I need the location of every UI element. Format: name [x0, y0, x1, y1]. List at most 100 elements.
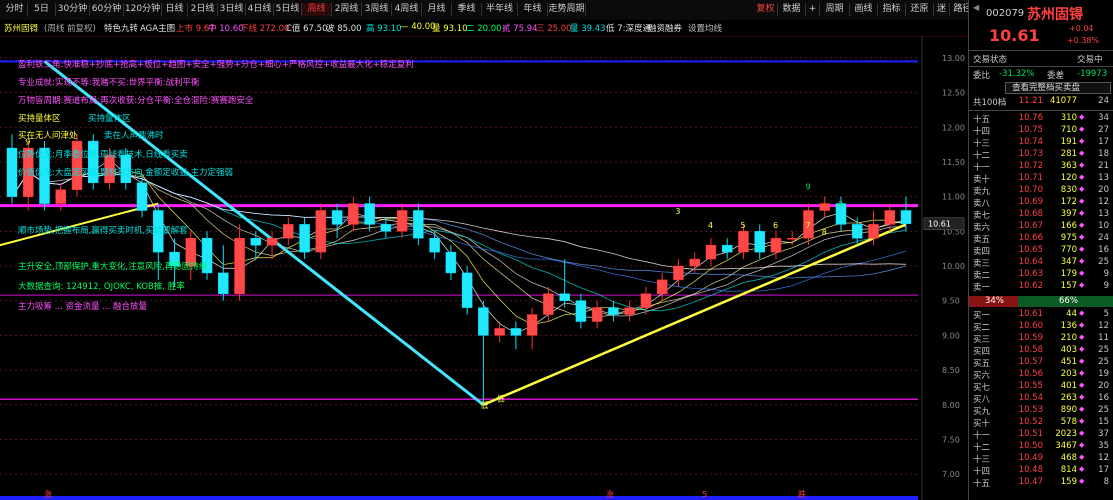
bid-row[interactable]: 十二 10.50 3467 ◆ 35: [969, 441, 1113, 453]
bid-row[interactable]: 买九 10.53 890 ◆ 25: [969, 405, 1113, 417]
bid-row[interactable]: 买七 10.55 401 ◆ 20: [969, 381, 1113, 393]
ask-row[interactable]: 十四 10.75 710 ◆ 27: [969, 125, 1113, 137]
ask-row[interactable]: 卖十 10.71 120 ◆ 13: [969, 173, 1113, 185]
bid-row[interactable]: 买三 10.59 210 ◆ 11: [969, 333, 1113, 345]
period-tab[interactable]: 半年线: [482, 3, 518, 16]
ask-row[interactable]: 卖七 10.68 397 ◆ 13: [969, 209, 1113, 221]
period-tab[interactable]: 2周线: [332, 3, 362, 16]
book-label: 买七: [973, 383, 991, 393]
toolbar-button[interactable]: 复权: [754, 3, 778, 16]
period-tab[interactable]: 30分钟: [56, 3, 90, 16]
toolbar-button[interactable]: 画线: [850, 3, 878, 16]
book-vol: 166: [1060, 221, 1077, 231]
toolbar-button[interactable]: 数据: [778, 3, 806, 16]
period-tab[interactable]: 日线: [162, 3, 188, 16]
weicha-value: -19973: [1077, 69, 1108, 79]
y-tick-label: 11.50: [942, 158, 965, 167]
period-tab[interactable]: 3日线: [218, 3, 246, 16]
book-label: 十五: [973, 115, 991, 125]
book-label: 卖六: [973, 223, 991, 233]
period-tab[interactable]: 走势周期: [548, 3, 586, 16]
book-vol: 263: [1060, 393, 1077, 403]
chart-mode-label[interactable]: (周线 前复权): [44, 22, 96, 34]
book-price: 10.51: [1018, 429, 1043, 439]
book-mark: ◆: [1079, 345, 1085, 353]
book-label: 买九: [973, 407, 991, 417]
book-price: 10.47: [1018, 477, 1043, 487]
full-book-button[interactable]: 查看完整档买卖盘: [1005, 82, 1111, 94]
candle-body: [575, 300, 587, 322]
ask-row[interactable]: 卖四 10.65 770 ◆ 16: [969, 245, 1113, 257]
period-tab[interactable]: 周线: [302, 3, 332, 16]
ask-row[interactable]: 卖二 10.63 179 ◆ 9: [969, 269, 1113, 281]
book-count: 13: [1098, 173, 1109, 183]
toolbar-button[interactable]: 还原: [906, 3, 934, 16]
bid-row[interactable]: 十五 10.47 159 ◆ 8: [969, 477, 1113, 489]
strategy-note: 专业成就:实现不等:我赌不买:世界平衡:战利平衡: [18, 78, 200, 88]
strategy-note: 买在无人问津处: [18, 131, 78, 141]
ask-row[interactable]: 卖三 10.64 347 ◆ 25: [969, 257, 1113, 269]
trade-status-label: 交易状态: [973, 55, 1008, 65]
period-tab[interactable]: 4周线: [392, 3, 422, 16]
panel-nav-left-icon[interactable]: ◀: [973, 3, 979, 12]
book-count: 12: [1098, 197, 1109, 207]
bid-row[interactable]: 买十 10.52 578 ◆ 15: [969, 417, 1113, 429]
ask-row[interactable]: 卖九 10.70 830 ◆ 20: [969, 185, 1113, 197]
period-tab[interactable]: 4日线: [246, 3, 274, 16]
ask-row[interactable]: 十二 10.73 281 ◆ 18: [969, 149, 1113, 161]
toolbar-button[interactable]: 指标: [878, 3, 906, 16]
period-tab[interactable]: 2日线: [188, 3, 218, 16]
ask-row[interactable]: 十一 10.72 363 ◆ 21: [969, 161, 1113, 173]
ask-row[interactable]: 卖八 10.69 172 ◆ 12: [969, 197, 1113, 209]
bid-row[interactable]: 买一 10.61 44 ◆ 5: [969, 309, 1113, 321]
period-tab[interactable]: 年线: [518, 3, 548, 16]
book-label: 十五: [973, 479, 991, 489]
book-label: 卖七: [973, 211, 991, 221]
bid-row[interactable]: 买四 10.58 403 ◆ 25: [969, 345, 1113, 357]
kline-chart[interactable]: 13.00 12.50 12.00 11.50 11.00 10.50 10.00 9.50 9…: [0, 36, 968, 500]
bid-row[interactable]: 买六 10.56 203 ◆ 19: [969, 369, 1113, 381]
ask-row[interactable]: 卖六 10.67 166 ◆ 10: [969, 221, 1113, 233]
bid-row[interactable]: 十三 10.49 468 ◆ 12: [969, 453, 1113, 465]
period-tab[interactable]: 120分钟: [124, 3, 162, 16]
period-tab[interactable]: 60分钟: [90, 3, 124, 16]
period-tab[interactable]: 月线: [422, 3, 452, 16]
indicator-value: 量 39.43: [570, 24, 606, 34]
book-label: 卖八: [973, 199, 991, 209]
book-price: 10.68: [1018, 209, 1043, 219]
toolbar-button[interactable]: 迷: [934, 3, 950, 16]
indicator-value: C值 67.50: [286, 24, 328, 34]
book-count: 10: [1098, 221, 1109, 231]
book-count: 17: [1098, 137, 1109, 147]
book-label: 卖九: [973, 187, 991, 197]
ask-row[interactable]: 十三 10.74 191 ◆ 17: [969, 137, 1113, 149]
period-tab[interactable]: 5日线: [274, 3, 302, 16]
period-tab[interactable]: 季线: [452, 3, 482, 16]
indicator-info-bar: 苏州固锝 (周线 前复权) 特色九转 AGA主图 上市 9.67 中 10.60 下线 …: [0, 20, 968, 37]
book-vol: 468: [1060, 453, 1077, 463]
bid-row[interactable]: 买五 10.57 451 ◆ 25: [969, 357, 1113, 369]
ask-row[interactable]: 卖五 10.66 975 ◆ 24: [969, 233, 1113, 245]
book-count: 24: [1098, 233, 1109, 243]
book-mark: ◆: [1079, 125, 1085, 133]
book-price: 10.53: [1018, 405, 1043, 415]
ask-row[interactable]: 十五 10.76 310 ◆ 34: [969, 113, 1113, 125]
book-label: 买六: [973, 371, 991, 381]
book-vol: 710: [1060, 125, 1077, 135]
book-mark: ◆: [1079, 113, 1085, 121]
candle-label: 4: [708, 221, 713, 230]
ask-row[interactable]: 卖一 10.62 157 ◆ 9: [969, 281, 1113, 293]
y-tick-label: 13.00: [942, 54, 965, 63]
bid-row[interactable]: 买八 10.54 263 ◆ 16: [969, 393, 1113, 405]
bid-row[interactable]: 买二 10.60 136 ◆ 12: [969, 321, 1113, 333]
book-price: 10.62: [1018, 281, 1043, 291]
toolbar-button[interactable]: +: [806, 3, 820, 16]
bid-row[interactable]: 十一 10.51 2023 ◆ 37: [969, 429, 1113, 441]
book-mark: ◆: [1079, 369, 1085, 377]
period-tab[interactable]: 5日: [28, 3, 56, 16]
period-tab[interactable]: 分时: [2, 3, 28, 16]
bid-row[interactable]: 十四 10.48 814 ◆ 17: [969, 465, 1113, 477]
toolbar-button[interactable]: 周期: [820, 3, 850, 16]
period-tab[interactable]: 3周线: [362, 3, 392, 16]
candle-body: [348, 203, 359, 225]
